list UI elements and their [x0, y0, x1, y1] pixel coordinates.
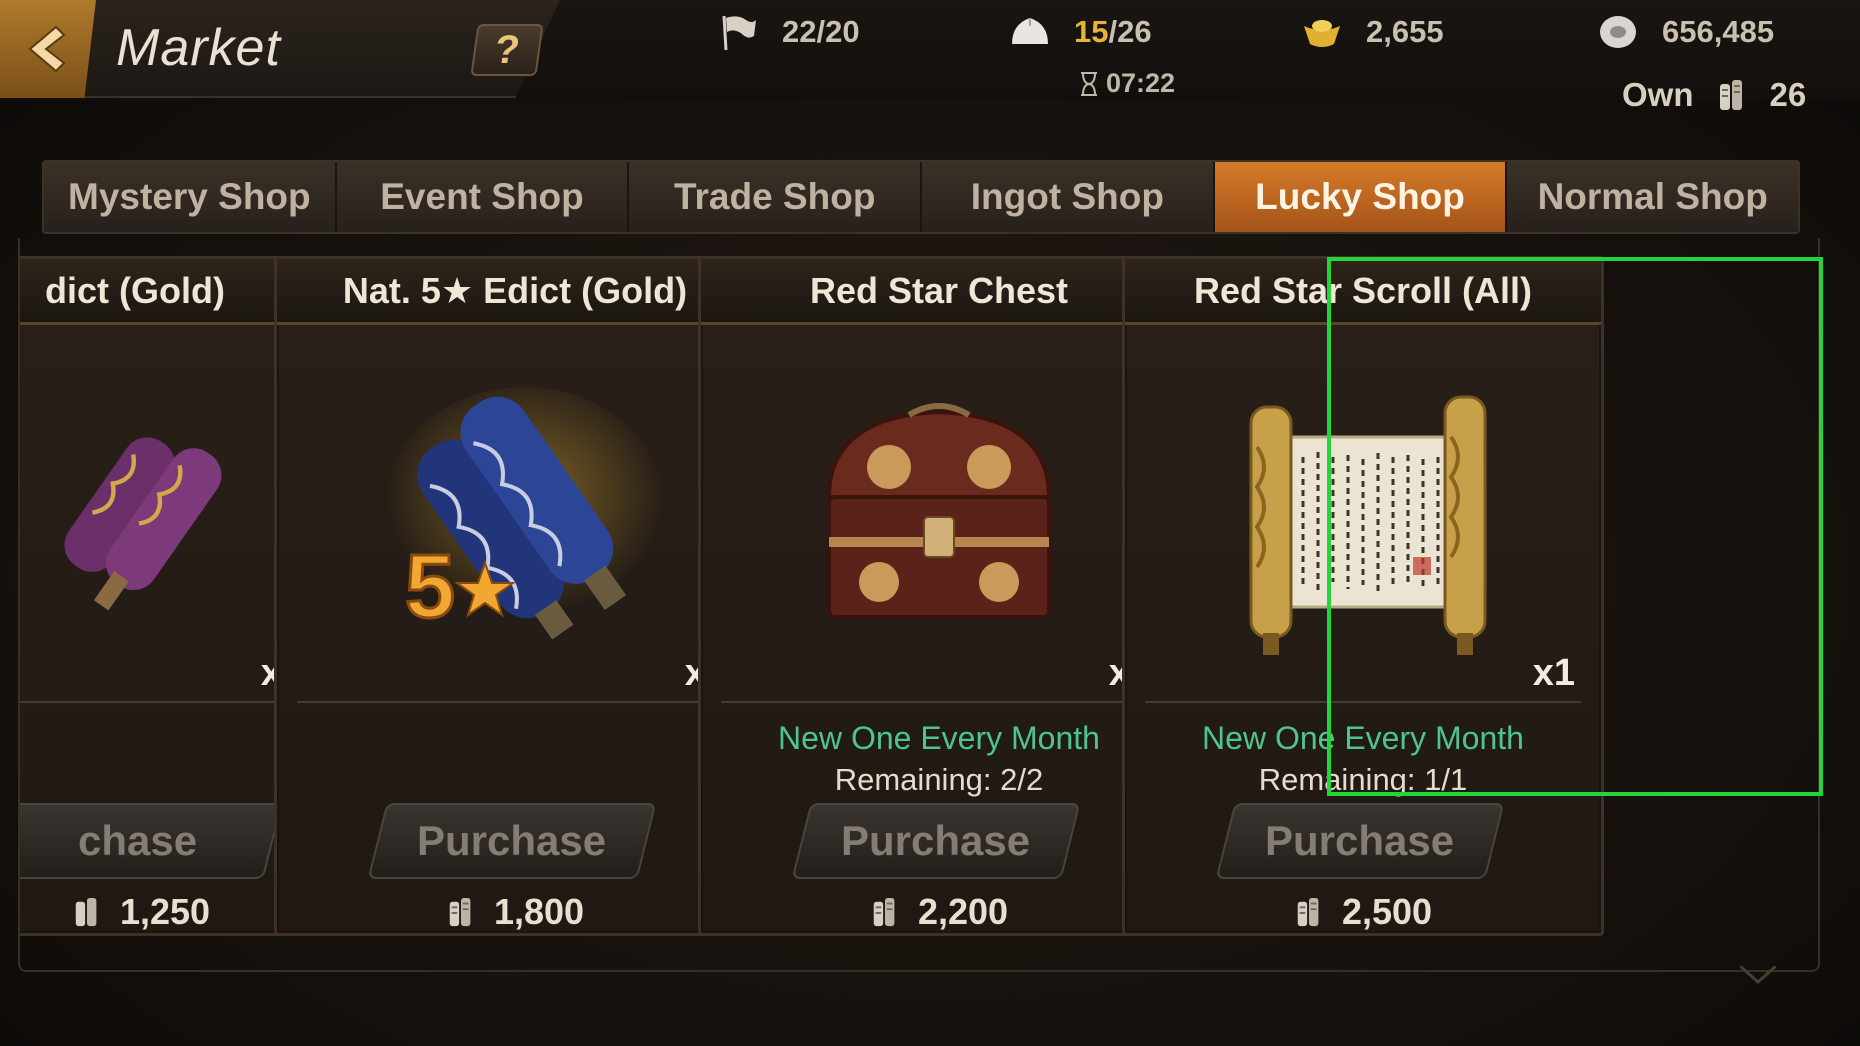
remaining-count: Remaining: 1/1 [1258, 762, 1468, 797]
purchase-label: Purchase [1265, 817, 1455, 864]
price-value: 2,500 [1341, 891, 1433, 932]
tab-lucky-shop[interactable]: Lucky Shop [1214, 162, 1508, 232]
back-arrow-icon [28, 25, 66, 73]
bun-icon [1012, 18, 1048, 44]
price-value: 1,250 [119, 891, 211, 932]
purchase-button[interactable]: Purchase [367, 803, 657, 879]
lucky-token-icon [75, 897, 97, 927]
page-title: Market [116, 19, 281, 77]
tab-mystery-shop[interactable]: Mystery Shop [44, 162, 337, 232]
shop-item-card: Red Star Scroll (All) x1 New One Every M… [1122, 256, 1604, 936]
silver-count: 656,485 [1662, 14, 1775, 49]
item-name: Nat. 5★ Edict (Gold) [277, 259, 753, 325]
item-name: Red Star Scroll (All) [1125, 259, 1601, 325]
flag-count: 22/20 [782, 14, 860, 49]
gold-ingot-icon [1304, 20, 1340, 47]
purchase-label: Purchase [841, 817, 1031, 864]
flag-resource: 22/20 [716, 10, 860, 54]
refresh-note: New One Every Month [1202, 720, 1524, 756]
red-star-chest-icon [826, 403, 1052, 619]
item-price: 1,800 [277, 891, 753, 933]
five-star-edict-icon: 5 [385, 387, 665, 640]
red-star-scroll-icon [1249, 395, 1487, 655]
lucky-token-icon [873, 897, 895, 927]
gold-count: 2,655 [1366, 14, 1444, 49]
item-price: 2,500 [1125, 891, 1601, 933]
lucky-token-icon [449, 897, 471, 927]
item-art[interactable]: 5 x1 [297, 333, 733, 703]
silver-resource: 656,485 [1596, 10, 1774, 54]
own-balance: Own 26 [1622, 76, 1806, 114]
own-label: Own [1622, 76, 1694, 113]
purchase-label: Purchase [417, 817, 607, 864]
tab-ingot-shop[interactable]: Ingot Shop [922, 162, 1215, 232]
shop-panel: dict (Gold) x1 chase 1,250 Nat. 5★ Edict… [18, 238, 1820, 972]
purple-edict-scroll-icon [64, 437, 222, 611]
item-art[interactable]: x1 [1145, 333, 1581, 703]
hourglass-icon [1081, 71, 1097, 96]
lucky-token-icon [1297, 897, 1319, 927]
item-price: 2,200 [701, 891, 1177, 933]
price-value: 1,800 [493, 891, 585, 932]
own-value: 26 [1769, 76, 1807, 113]
item-info: New One Every Month Remaining: 2/2 [701, 717, 1177, 801]
help-button[interactable]: ? [470, 24, 544, 76]
gold-resource: 2,655 [1300, 10, 1444, 54]
panel-notch-icon [1740, 966, 1776, 984]
purchase-button[interactable]: chase [20, 803, 283, 879]
bun-count: 15/26 [1074, 14, 1152, 49]
shop-tabs: Mystery Shop Event Shop Trade Shop Ingot… [42, 160, 1800, 234]
flag-icon [722, 15, 756, 51]
remaining-count: Remaining: 2/2 [834, 762, 1044, 797]
purchase-button[interactable]: Purchase [1215, 803, 1505, 879]
bun-refill-timer: 07:22 [1078, 68, 1175, 99]
timer-text: 07:22 [1106, 68, 1176, 98]
shop-item-card: Nat. 5★ Edict (Gold) 5 Purchase 1,800 [274, 256, 756, 936]
item-info: New One Every Month Remaining: 1/1 [1125, 717, 1601, 801]
silver-coin-icon [1600, 16, 1636, 48]
shop-item-card: Red Star Chest x1 New One Every Month Re… [698, 256, 1180, 936]
back-button[interactable] [0, 0, 96, 98]
tab-trade-shop[interactable]: Trade Shop [629, 162, 923, 232]
refresh-note: New One Every Month [778, 720, 1100, 756]
price-value: 2,200 [917, 891, 1009, 932]
lucky-token-icon [1719, 80, 1742, 110]
item-name: Red Star Chest [701, 259, 1177, 325]
tab-event-shop[interactable]: Event Shop [336, 162, 630, 232]
five-star-numeral: 5 [405, 537, 455, 637]
bun-resource: 15/26 [1008, 10, 1152, 54]
purchase-button[interactable]: Purchase [791, 803, 1081, 879]
top-bar: Market ? 22/20 15/26 2,655 656,485 07:22 [0, 0, 1860, 100]
item-art[interactable]: x1 [721, 333, 1157, 703]
item-quantity: x1 [1532, 652, 1575, 694]
purchase-label: chase [78, 817, 198, 864]
item-art[interactable]: x1 [20, 333, 309, 703]
tab-normal-shop[interactable]: Normal Shop [1507, 162, 1799, 232]
